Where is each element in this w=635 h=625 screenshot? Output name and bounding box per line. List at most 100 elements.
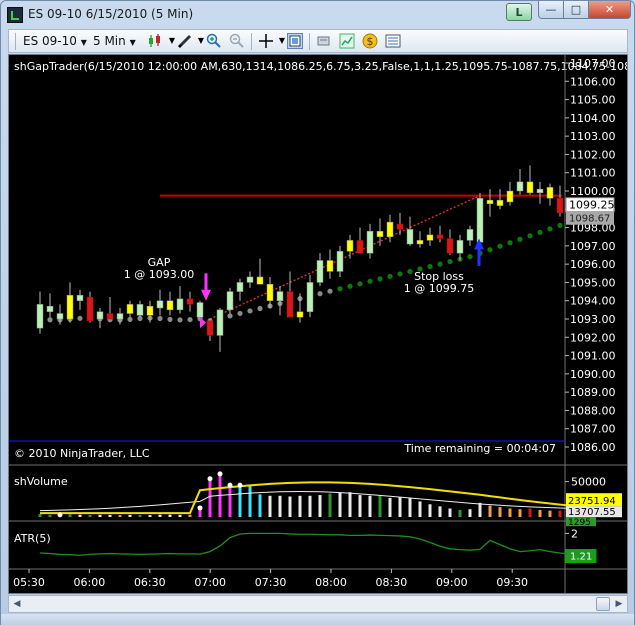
trailing-stop-dot: [337, 286, 343, 292]
candle-body: [166, 300, 174, 311]
scroll-thumb[interactable]: [596, 597, 610, 611]
horizontal-scrollbar[interactable]: ◀ ▶: [8, 595, 628, 613]
trailing-stop-dot: [327, 288, 333, 294]
coin-glyph: $: [362, 33, 378, 49]
trailing-stop-dot: [317, 291, 323, 297]
trailing-stop-dot: [487, 247, 493, 253]
candle-body: [146, 305, 154, 316]
candle-body: [546, 187, 554, 199]
trailing-stop-dot: [467, 254, 473, 260]
candle-body: [176, 298, 184, 311]
candlestick-style-icon[interactable]: [147, 33, 163, 49]
volume-peak-marker: [197, 505, 203, 511]
time-tick-label: 07:00: [194, 576, 226, 589]
interval-selector[interactable]: 5 Min ▼: [93, 34, 136, 48]
candle-body: [506, 190, 514, 203]
interval-label: 5 Min: [93, 34, 126, 48]
trailing-stop-dot: [127, 316, 133, 322]
properties-icon[interactable]: [385, 33, 401, 49]
data-box-icon[interactable]: [287, 33, 303, 49]
volume-peak-marker: [237, 482, 243, 488]
candle-body: [86, 296, 94, 322]
chart-toolbar: ES 09-10 ▼ 5 Min ▼ ▼ ▼ ▼ $: [8, 29, 628, 53]
stop-loss-annotation-fill: 1 @ 1099.75: [404, 282, 474, 295]
trailing-stop-dot: [517, 236, 523, 242]
candle-body: [306, 282, 314, 312]
trailing-stop-dot: [167, 316, 173, 322]
atr-tick-label: 2: [571, 527, 578, 540]
trailing-stop-dot: [187, 316, 193, 323]
trailing-stop-dot: [247, 308, 253, 314]
zoom-in-icon[interactable]: [206, 33, 222, 49]
price-tick-label: 1102.00: [570, 148, 616, 161]
time-tick-label: 06:00: [74, 576, 106, 589]
time-tick-label: 06:30: [134, 576, 166, 589]
time-tick-label: 07:30: [255, 576, 287, 589]
candle-body: [156, 300, 164, 309]
template-icon[interactable]: [316, 33, 332, 49]
close-button[interactable]: ✕: [588, 1, 631, 19]
price-tick-label: 1091.00: [570, 350, 616, 363]
title-bar[interactable]: ES 09-10 6/15/2010 (5 Min) L — □ ✕: [1, 1, 634, 28]
candle-body: [106, 313, 114, 320]
toolbar-grip: [15, 33, 16, 50]
candle-body: [556, 198, 564, 214]
time-tick-label: 08:30: [376, 576, 408, 589]
money-icon[interactable]: $: [362, 33, 378, 49]
price-tick-label: 1095.00: [570, 276, 616, 289]
candle-body: [116, 313, 124, 320]
chevron-down-icon: ▼: [129, 38, 136, 47]
trailing-stop-dot: [387, 273, 393, 279]
scroll-right-arrow-icon[interactable]: ▶: [612, 597, 626, 611]
price-tick-label: 1101.00: [570, 167, 616, 180]
candle-body: [236, 282, 244, 292]
chart-canvas[interactable]: shGapTrader(6/15/2010 12:00:00 AM,630,13…: [9, 55, 627, 593]
toolbar-separator: [309, 33, 310, 50]
trailing-stop-dot: [427, 263, 433, 270]
candle-body: [56, 313, 64, 320]
price-tick-label: 1089.00: [570, 386, 616, 399]
volume-moving-average-line: [40, 481, 591, 515]
magnifier-plus-glyph: [206, 33, 221, 48]
link-button[interactable]: L: [506, 3, 532, 21]
volume-average-line: [39, 491, 591, 512]
chart-area[interactable]: shGapTrader(6/15/2010 12:00:00 AM,630,13…: [8, 54, 628, 594]
price-indicator-label: shGapTrader(6/15/2010 12:00:00 AM,630,13…: [14, 60, 627, 73]
time-tick-label: 09:00: [436, 576, 468, 589]
trailing-stop-dot: [557, 222, 563, 228]
candle-body: [316, 260, 324, 283]
list-glyph: [385, 34, 401, 48]
candle-body: [486, 199, 494, 205]
maximize-button[interactable]: □: [563, 1, 589, 19]
trailing-stop-dot: [437, 261, 443, 267]
candle-body: [216, 309, 224, 336]
trailing-stop-dot: [177, 317, 183, 323]
candle-body: [366, 230, 374, 254]
zoom-out-icon[interactable]: [229, 33, 245, 49]
volume-peak-marker: [207, 476, 213, 482]
trailing-stop-dot: [357, 281, 363, 287]
candle-body: [476, 198, 484, 243]
pencil-glyph: [177, 34, 192, 49]
candle-body: [406, 229, 414, 245]
candle-body: [466, 229, 474, 241]
window-title: ES 09-10 6/15/2010 (5 Min): [28, 7, 194, 21]
time-tick-label: 08:00: [315, 576, 347, 589]
draw-pencil-icon[interactable]: [177, 33, 193, 49]
minimize-button[interactable]: —: [538, 1, 564, 19]
candle-body: [266, 284, 274, 301]
trailing-stop-dot: [237, 310, 243, 317]
crosshair-icon[interactable]: [258, 33, 274, 49]
price-tick-label: 1086.00: [570, 441, 616, 454]
candles-layer: [36, 165, 594, 352]
svg-text:$: $: [367, 35, 374, 48]
trailing-stop-dot: [547, 226, 553, 232]
instrument-selector[interactable]: ES 09-10 ▼: [23, 34, 87, 48]
candlestick-glyph: [149, 34, 160, 47]
candle-body: [126, 304, 134, 314]
strategy-chart-icon[interactable]: [339, 33, 355, 49]
price-tick-label: 1107.00: [570, 57, 616, 70]
chart-glyph: [339, 33, 355, 49]
scroll-left-arrow-icon[interactable]: ◀: [10, 597, 24, 611]
atr-axis: 2: [565, 527, 578, 540]
